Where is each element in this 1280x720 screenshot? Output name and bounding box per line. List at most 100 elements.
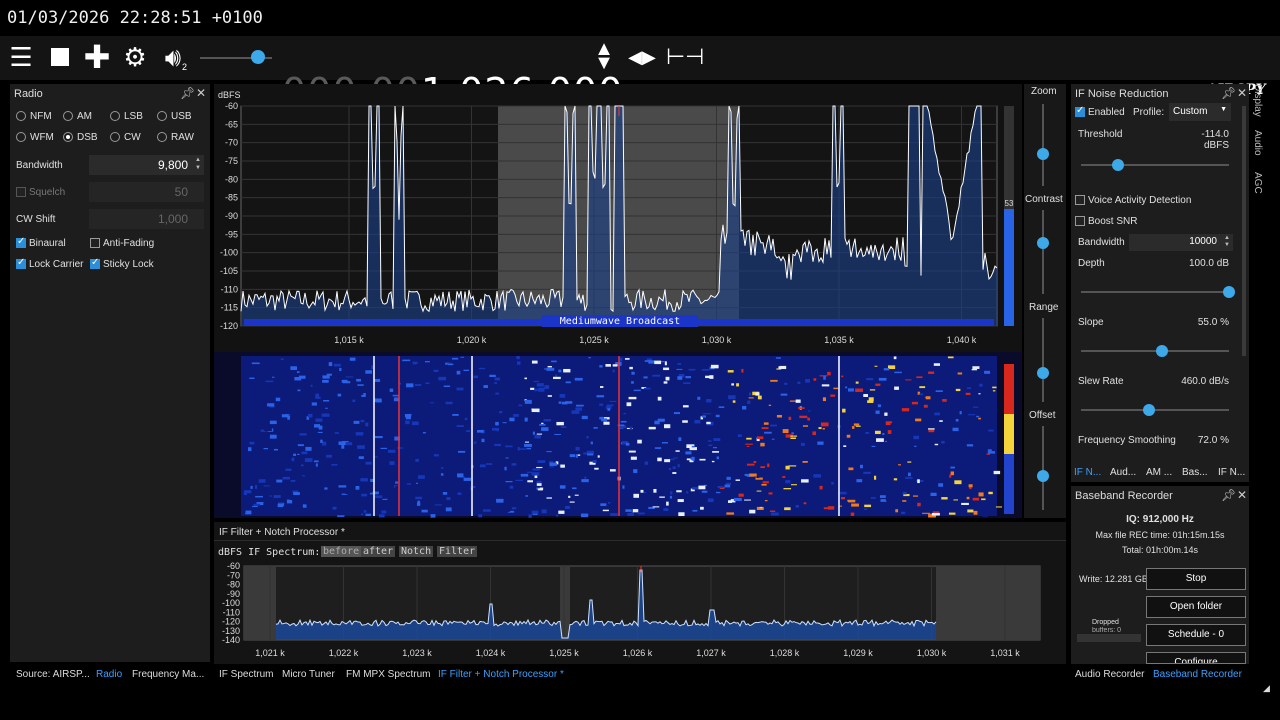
bottom-tab-center-0[interactable]: IF Spectrum (219, 669, 273, 680)
zoom-slider-knob[interactable] (1037, 148, 1049, 160)
mode-radio-wfm[interactable] (16, 132, 26, 142)
cwshift-field[interactable]: 1,000 (89, 209, 204, 229)
tune-left-right-icon[interactable]: ◀▶ (627, 42, 657, 72)
close-icon[interactable]: ✕ (1237, 488, 1247, 502)
nr-tab-0[interactable]: IF N... (1074, 467, 1101, 478)
offset-slider[interactable] (1042, 426, 1044, 510)
mode-radio-nfm[interactable] (16, 111, 26, 121)
gear-icon[interactable]: ⚙ (120, 42, 150, 72)
waterfall-pixel (256, 423, 264, 425)
mode-radio-am[interactable] (63, 111, 73, 121)
range-slider[interactable] (1042, 318, 1044, 402)
snap-icon[interactable]: ⊢⊣ (666, 42, 704, 72)
vad-checkbox[interactable] (1075, 195, 1085, 205)
slew-slider-knob[interactable] (1143, 404, 1156, 416)
waterfall-pixel (360, 392, 364, 395)
range-slider-knob[interactable] (1037, 367, 1049, 379)
spectrum-plot[interactable]: -60 -65 -70 -75 -80 -85 -90 -95 -100 -105 -110 -115… (214, 84, 1022, 352)
pin-icon[interactable]: 📌︎ (1221, 86, 1236, 100)
bottom-tab-center-2[interactable]: FM MPX Spectrum (346, 669, 430, 680)
threshold-slider-knob[interactable] (1112, 159, 1124, 171)
bottom-tab-right-1[interactable]: Baseband Recorder (1153, 669, 1242, 680)
close-icon[interactable]: ✕ (196, 86, 206, 100)
nr-bandwidth-field[interactable]: 10000 ▲ ▼ (1129, 234, 1233, 251)
stop-icon[interactable] (45, 42, 75, 72)
nr-tab-1[interactable]: Aud... (1110, 467, 1136, 478)
zoom-slider[interactable] (1042, 104, 1044, 186)
scrollbar[interactable] (1242, 106, 1246, 356)
antifading-checkbox[interactable] (90, 238, 100, 248)
if-notch[interactable] (560, 566, 570, 640)
nr-tab-2[interactable]: AM ... (1146, 467, 1172, 478)
waterfall-pixel (414, 384, 422, 386)
mode-label-nfm: NFM (30, 111, 52, 122)
open-folder-button[interactable]: Open folder (1146, 596, 1246, 618)
pin-icon[interactable]: 📌︎ (1221, 488, 1236, 502)
nr-enabled-checkbox[interactable] (1075, 105, 1085, 117)
waterfall-panel[interactable] (214, 352, 1022, 518)
bottom-tab-right-0[interactable]: Audio Recorder (1075, 669, 1144, 680)
waterfall-pixel (866, 378, 874, 381)
mode-radio-cw[interactable] (110, 132, 120, 142)
waterfall-plot[interactable] (214, 352, 1022, 518)
mode-radio-usb[interactable] (157, 111, 167, 121)
waterfall-pixel (528, 514, 532, 518)
bottom-tab-center-3[interactable]: IF Filter + Notch Processor * (438, 669, 564, 680)
mode-radio-dsb[interactable] (63, 132, 73, 142)
schedule-button[interactable]: Schedule - 0 (1146, 624, 1246, 646)
contrast-slider[interactable] (1042, 210, 1044, 294)
mode-radio-lsb[interactable] (110, 111, 120, 121)
mode-label-wfm: WFM (30, 132, 54, 143)
offset-slider-knob[interactable] (1037, 470, 1049, 482)
slope-slider[interactable] (1081, 350, 1229, 352)
step-up-down-icon[interactable]: ▲ ▼ (589, 39, 619, 73)
waterfall-pixel (756, 490, 762, 492)
bottom-tab-left-2[interactable]: Frequency Ma... (132, 669, 204, 680)
spin-down-icon[interactable]: ▼ (1224, 242, 1230, 248)
spin-up-icon[interactable]: ▲ (1224, 235, 1230, 241)
waterfall-pixel (855, 388, 864, 392)
bandwidth-field[interactable]: 9,800 ▲ ▼ (89, 155, 204, 175)
stop-button[interactable]: Stop (1146, 568, 1246, 590)
bottom-tab-left-0[interactable]: Source: AIRSP... (16, 669, 90, 680)
add-icon[interactable]: ✚ (82, 41, 112, 73)
squelch-checkbox[interactable] (16, 187, 26, 197)
slope-slider-knob[interactable] (1156, 345, 1169, 357)
boost-snr-checkbox[interactable] (1075, 216, 1085, 226)
waterfall-pixel (771, 488, 777, 492)
bottom-tab-center-1[interactable]: Micro Tuner (282, 669, 335, 680)
spin-down-icon[interactable]: ▼ (195, 165, 201, 171)
squelch-field[interactable]: 50 (89, 182, 204, 202)
menu-icon[interactable]: ☰ (6, 42, 36, 72)
if-spectrum-plot[interactable]: -60-70-80-90-100-110-120-130-1401,021 k1… (214, 560, 1066, 664)
side-tab-agc[interactable]: AGC (1252, 172, 1263, 194)
volume-slider-knob[interactable] (251, 50, 265, 64)
side-tab-audio[interactable]: Audio (1252, 130, 1263, 156)
binaural-checkbox[interactable] (16, 236, 26, 248)
contrast-slider-knob[interactable] (1037, 237, 1049, 249)
volume-icon[interactable]: 🔊︎ 2 (158, 42, 188, 72)
waterfall-pixel (489, 390, 496, 395)
nr-tab-3[interactable]: Bas... (1182, 467, 1208, 478)
notch-button[interactable]: Notch (399, 546, 434, 557)
threshold-slider[interactable] (1081, 164, 1229, 166)
depth-slider-knob[interactable] (1223, 286, 1235, 298)
stickylock-checkbox[interactable] (90, 257, 100, 269)
pin-icon[interactable]: 📌︎ (180, 86, 195, 100)
filter-button[interactable]: Filter (437, 546, 478, 557)
mode-label-cw: CW (124, 132, 141, 143)
lockcarrier-checkbox[interactable] (16, 257, 26, 269)
nr-tab-4[interactable]: IF N... (1218, 467, 1245, 478)
mode-radio-raw[interactable] (157, 132, 167, 142)
depth-slider[interactable] (1081, 291, 1229, 293)
collapse-icon[interactable]: ◢ (1263, 683, 1270, 694)
bottom-tab-left-1[interactable]: Radio (96, 669, 122, 680)
close-icon[interactable]: ✕ (1237, 86, 1247, 100)
before-button[interactable]: before (321, 546, 362, 557)
side-tab-display[interactable]: Display (1252, 84, 1263, 117)
configure-button[interactable]: Configure (1146, 652, 1246, 664)
profile-select[interactable]: Custom ▼ (1169, 103, 1231, 121)
after-button[interactable]: after (361, 546, 396, 557)
spin-up-icon[interactable]: ▲ (195, 157, 201, 163)
waterfall-pixel (520, 473, 529, 477)
